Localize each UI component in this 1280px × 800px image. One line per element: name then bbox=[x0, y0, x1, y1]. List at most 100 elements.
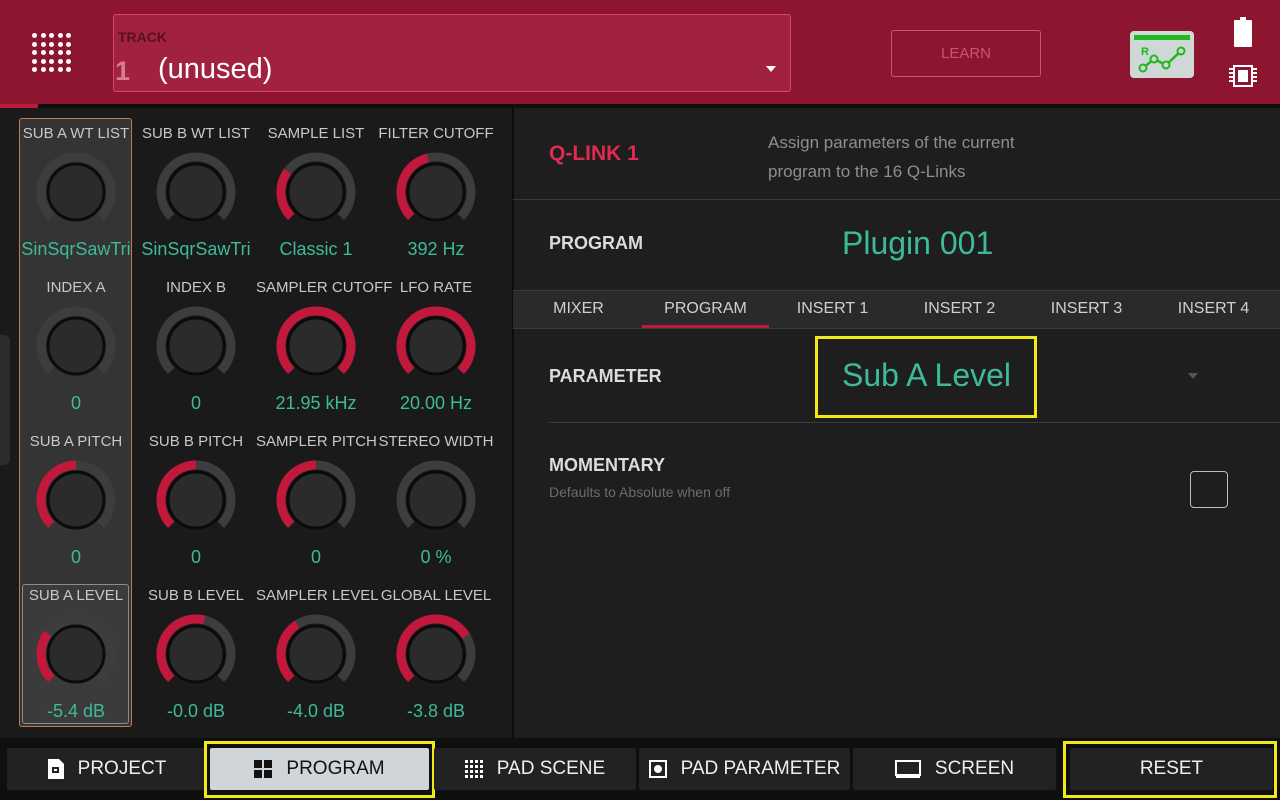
chevron-down-icon[interactable] bbox=[1188, 373, 1198, 379]
knob-cap bbox=[46, 162, 106, 222]
knob-cap bbox=[406, 162, 466, 222]
automation-read-icon: R bbox=[1134, 35, 1190, 73]
tab-insert-3[interactable]: INSERT 3 bbox=[1023, 300, 1150, 318]
knob-value: 0 bbox=[190, 547, 201, 567]
momentary-description: Defaults to Absolute when off bbox=[549, 484, 731, 500]
knob-label: INDEX A bbox=[46, 279, 106, 296]
knob-label: SAMPLE LIST bbox=[267, 125, 365, 142]
pad-parameter-button[interactable]: PAD PARAMETER bbox=[639, 748, 850, 790]
knob-dial[interactable] bbox=[276, 152, 356, 232]
knob-cap bbox=[166, 624, 226, 684]
knob-cap bbox=[166, 316, 226, 376]
parameter-select[interactable]: Sub A Level bbox=[842, 357, 1011, 394]
menu-grid-icon[interactable] bbox=[32, 33, 72, 73]
knob-dial[interactable] bbox=[36, 152, 116, 232]
tab-insert-4[interactable]: INSERT 4 bbox=[1150, 300, 1277, 318]
qlink-title: Q-LINK 1 bbox=[549, 142, 639, 165]
knob-cap bbox=[46, 624, 106, 684]
divider bbox=[513, 199, 1280, 200]
knob-value: 0 bbox=[70, 547, 81, 567]
knob-value: -3.8 dB bbox=[406, 701, 466, 721]
knob-dial[interactable] bbox=[156, 614, 236, 694]
learn-button[interactable]: LEARN bbox=[891, 30, 1041, 77]
pad-parameter-label: PAD PARAMETER bbox=[680, 758, 841, 779]
tab-insert-1[interactable]: INSERT 1 bbox=[769, 300, 896, 318]
chevron-down-icon bbox=[766, 66, 776, 72]
knob-label: SUB A PITCH bbox=[29, 433, 123, 450]
knob-cap bbox=[286, 316, 346, 376]
screen-label: SCREEN bbox=[934, 758, 1015, 779]
knob-value: 0 bbox=[190, 393, 201, 413]
battery-icon bbox=[1234, 17, 1252, 47]
knob-dial[interactable] bbox=[156, 460, 236, 540]
knob-dial[interactable] bbox=[396, 460, 476, 540]
document-icon bbox=[47, 759, 64, 779]
knob-cap bbox=[46, 470, 106, 530]
knob-dial[interactable] bbox=[396, 152, 476, 232]
knob-value: Classic 1 bbox=[279, 239, 353, 259]
track-caption: TRACK bbox=[118, 29, 167, 45]
qlink-settings-panel bbox=[514, 108, 1280, 738]
knob-label: SUB A WT LIST bbox=[22, 125, 130, 142]
knob-value: -5.4 dB bbox=[46, 701, 106, 721]
knob-value: 0 % bbox=[420, 547, 452, 567]
knob-cap bbox=[406, 624, 466, 684]
tab-program[interactable]: PROGRAM bbox=[642, 300, 769, 318]
divider bbox=[549, 422, 1280, 423]
automation-button[interactable]: R bbox=[1130, 31, 1194, 78]
knob-label: SUB B WT LIST bbox=[141, 125, 251, 142]
knob-dial[interactable] bbox=[156, 306, 236, 386]
knob-cap bbox=[286, 470, 346, 530]
knob-dial[interactable] bbox=[156, 152, 236, 232]
knob-cap bbox=[286, 162, 346, 222]
knob-value: 20.00 Hz bbox=[399, 393, 473, 413]
pad-grid-icon bbox=[464, 760, 483, 778]
knob-value: 0 bbox=[310, 547, 321, 567]
knob-dial[interactable] bbox=[36, 306, 116, 386]
knob-dial[interactable] bbox=[276, 306, 356, 386]
pad-icon bbox=[648, 760, 667, 778]
knob-label: SUB B PITCH bbox=[148, 433, 244, 450]
project-label: PROJECT bbox=[77, 758, 167, 779]
parameter-label: PARAMETER bbox=[549, 366, 662, 386]
knob-dial[interactable] bbox=[36, 614, 116, 694]
tab-mixer[interactable]: MIXER bbox=[515, 300, 642, 318]
screen-icon bbox=[894, 760, 921, 778]
reset-highlight bbox=[1063, 741, 1277, 798]
knob-dial[interactable] bbox=[276, 460, 356, 540]
knob-cap bbox=[286, 624, 346, 684]
tab-insert-2[interactable]: INSERT 2 bbox=[896, 300, 1023, 318]
knob-value: SinSqrSawTri bbox=[141, 239, 251, 259]
qlink-description: Assign parameters of the current program… bbox=[768, 133, 1015, 181]
knob-value: -4.0 dB bbox=[286, 701, 346, 721]
track-name: (unused) bbox=[158, 53, 273, 85]
project-button[interactable]: PROJECT bbox=[7, 748, 207, 790]
knob-dial[interactable] bbox=[396, 614, 476, 694]
knob-value: 0 bbox=[70, 393, 81, 413]
program-label: PROGRAM bbox=[549, 233, 643, 253]
knob-cap bbox=[166, 162, 226, 222]
knob-dial[interactable] bbox=[36, 460, 116, 540]
knob-dial[interactable] bbox=[396, 306, 476, 386]
screen-button[interactable]: SCREEN bbox=[853, 748, 1056, 790]
momentary-label: MOMENTARY bbox=[549, 455, 665, 475]
track-number: 1 bbox=[115, 56, 131, 86]
memory-chip-icon bbox=[1229, 63, 1257, 89]
knob-label: LFO RATE bbox=[399, 279, 473, 296]
active-tab-indicator bbox=[642, 325, 769, 328]
knob-cap bbox=[406, 470, 466, 530]
knob-cap bbox=[46, 316, 106, 376]
momentary-checkbox[interactable] bbox=[1190, 471, 1228, 508]
program-value[interactable]: Plugin 001 bbox=[842, 225, 993, 262]
knob-label: STEREO WIDTH bbox=[378, 433, 494, 450]
knob-label: SAMPLER PITCH bbox=[256, 433, 377, 450]
knob-label: GLOBAL LEVEL bbox=[380, 587, 492, 604]
knob-value: SinSqrSawTri bbox=[21, 239, 131, 259]
knob-dial[interactable] bbox=[276, 614, 356, 694]
program-mode-highlight bbox=[204, 741, 435, 798]
side-handle[interactable] bbox=[0, 335, 10, 465]
pad-scene-button[interactable]: PAD SCENE bbox=[434, 748, 636, 790]
knob-label: INDEX B bbox=[165, 279, 226, 296]
knob-cap bbox=[406, 316, 466, 376]
knob-cap bbox=[166, 470, 226, 530]
